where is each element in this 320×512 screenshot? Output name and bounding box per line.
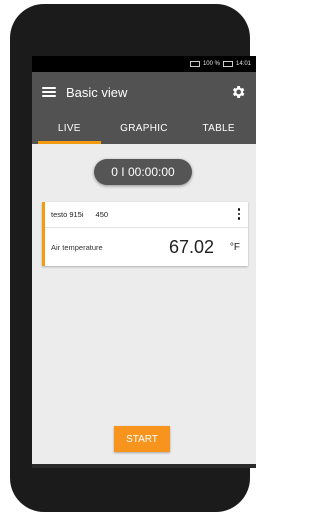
device-serial: 450: [95, 210, 109, 219]
device-name: testo 915i: [51, 210, 84, 219]
app-screen: 100 % 14:01 Basic view LIVE GRAPHIC TABL…: [32, 56, 256, 468]
tab-live[interactable]: LIVE: [32, 112, 107, 144]
card-reading: Air temperature 67.02 °F: [45, 228, 248, 266]
card-header: testo 915i 450: [45, 202, 248, 228]
hamburger-icon[interactable]: [42, 87, 56, 97]
vibrate-icon: [189, 61, 200, 67]
clock: 14:01: [235, 61, 251, 67]
battery-icon: [222, 61, 233, 67]
measurement-timer: 0 I 00:00:00: [94, 159, 192, 185]
bottom-bar: [32, 464, 256, 468]
status-bar: 100 % 14:01: [32, 56, 256, 72]
gear-icon[interactable]: [230, 84, 246, 100]
parameter-label: Air temperature: [51, 242, 103, 252]
start-button[interactable]: START: [114, 426, 170, 452]
more-options-icon[interactable]: [237, 208, 240, 220]
reading-unit: °F: [229, 242, 240, 253]
measurement-card[interactable]: testo 915i 450 Air temperature 67.02 °F: [42, 202, 248, 266]
page-title: Basic view: [66, 84, 128, 100]
tab-graphic[interactable]: GRAPHIC: [107, 112, 182, 144]
app-bar: Basic view: [32, 72, 256, 112]
reading-value: 67.02: [168, 236, 214, 257]
phone-frame: 100 % 14:01 Basic view LIVE GRAPHIC TABL…: [10, 4, 256, 512]
tab-table[interactable]: TABLE: [181, 112, 256, 144]
battery-text: 100 %: [202, 61, 220, 67]
tab-bar: LIVE GRAPHIC TABLE: [32, 112, 256, 144]
